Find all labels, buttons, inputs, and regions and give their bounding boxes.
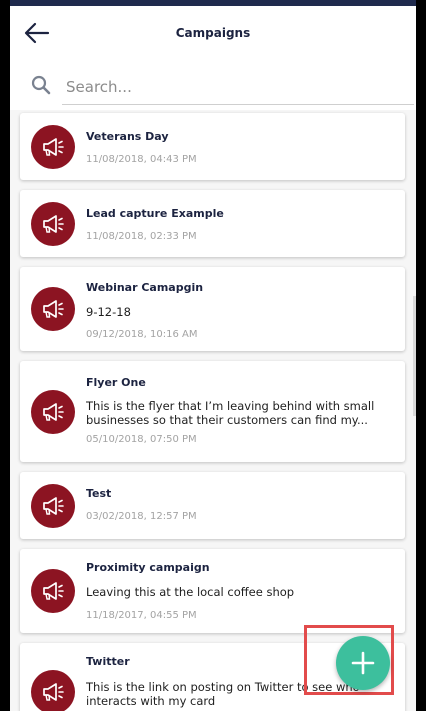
campaign-avatar [31, 484, 75, 528]
campaign-name: Proximity campaign [86, 561, 210, 574]
megaphone-icon [43, 300, 64, 318]
megaphone-icon [43, 497, 64, 515]
campaign-avatar [31, 202, 75, 246]
campaign-card[interactable]: Veterans Day 11/08/2018, 04:43 PM [20, 113, 405, 180]
campaign-avatar [31, 390, 75, 434]
megaphone-icon [43, 582, 64, 600]
campaign-avatar [31, 125, 75, 169]
campaign-avatar [31, 287, 75, 331]
campaign-avatar [31, 569, 75, 613]
search-icon [31, 75, 51, 95]
campaign-date: 09/12/2018, 10:16 AM [86, 329, 198, 340]
campaign-name: Flyer One [86, 376, 146, 389]
megaphone-icon [43, 403, 64, 421]
campaign-name: Twitter [86, 655, 130, 668]
megaphone-icon [43, 215, 64, 233]
search-input[interactable] [62, 70, 414, 105]
campaign-card[interactable]: Lead capture Example 11/08/2018, 02:33 P… [20, 190, 405, 257]
campaign-card[interactable]: Proximity campaign Leaving this at the l… [20, 549, 405, 633]
campaign-description: Leaving this at the local coffee shop [86, 585, 295, 599]
plus-icon [351, 651, 375, 675]
campaign-name: Lead capture Example [86, 207, 224, 220]
campaign-date: 11/18/2017, 04:55 PM [86, 610, 197, 621]
app-bar: Campaigns [10, 6, 416, 60]
campaign-date: 11/08/2018, 02:33 PM [86, 231, 197, 242]
scrollbar[interactable] [413, 296, 416, 416]
campaign-name: Test [86, 487, 112, 500]
search-bar [10, 60, 416, 110]
campaign-date: 05/10/2018, 07:50 PM [86, 434, 197, 445]
campaign-card[interactable]: Test 03/02/2018, 12:57 PM [20, 472, 405, 539]
campaign-date: 03/02/2018, 12:57 PM [86, 511, 197, 522]
add-campaign-button[interactable] [336, 636, 390, 690]
campaign-card[interactable]: Webinar Camapgin 9-12-18 09/12/2018, 10:… [20, 267, 405, 351]
screen: Campaigns Veterans Day 11/08/2018, 04:43… [10, 0, 416, 711]
megaphone-icon [43, 138, 64, 156]
campaign-name: Webinar Camapgin [86, 281, 204, 294]
campaign-description: 9-12-18 [86, 305, 131, 319]
campaign-description: This is the flyer that I’m leaving behin… [86, 399, 375, 427]
campaign-avatar [31, 670, 75, 711]
campaign-card[interactable]: Flyer One This is the flyer that I’m lea… [20, 361, 405, 462]
page-title: Campaigns [175, 26, 251, 40]
campaign-name: Veterans Day [86, 130, 169, 143]
megaphone-icon [43, 683, 64, 701]
campaign-date: 11/08/2018, 04:43 PM [86, 154, 197, 165]
